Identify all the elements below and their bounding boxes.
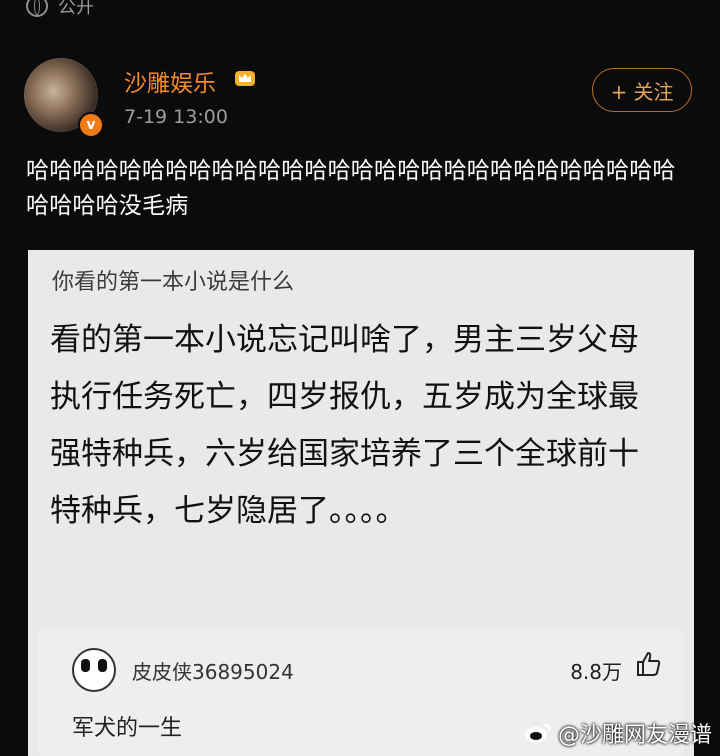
like-count: 8.8万 [570,660,622,684]
commenter-avatar[interactable] [72,648,116,692]
weibo-icon [524,724,551,743]
visibility-label: 公开 [58,0,94,18]
comment-text: 军犬的一生 [72,716,183,741]
author-name[interactable]: 沙雕娱乐 [124,64,216,98]
commenter-name[interactable]: 皮皮侠36895024 [132,656,294,685]
thumbs-up-icon[interactable] [634,650,662,678]
post-header: v 沙雕娱乐 7-19 13:00 + 关注 [24,58,704,138]
answer-text: 看的第一本小说忘记叫啥了，男主三岁父母执行任务死亡，四岁报仇，五岁成为全球最强特… [50,322,639,529]
screenshot-card: 你看的第一本小说是什么 看的第一本小说忘记叫啥了，男主三岁父母执行任务死亡，四岁… [28,250,694,756]
globe-icon [26,0,48,17]
question-title: 你看的第一本小说是什么 [52,270,295,295]
post-body: 哈哈哈哈哈哈哈哈哈哈哈哈哈哈哈哈哈哈哈哈哈哈哈哈哈哈哈哈哈哈哈哈没毛病 [26,158,676,219]
watermark-text: @沙雕网友漫谱 [557,723,712,748]
verified-v-icon: v [78,112,104,138]
follow-button[interactable]: + 关注 [592,68,692,112]
post-timestamp: 7-19 13:00 [124,106,228,128]
crown-icon [235,71,255,86]
visibility-bar: 公开 [26,0,94,20]
watermark: @沙雕网友漫谱 [524,716,712,750]
